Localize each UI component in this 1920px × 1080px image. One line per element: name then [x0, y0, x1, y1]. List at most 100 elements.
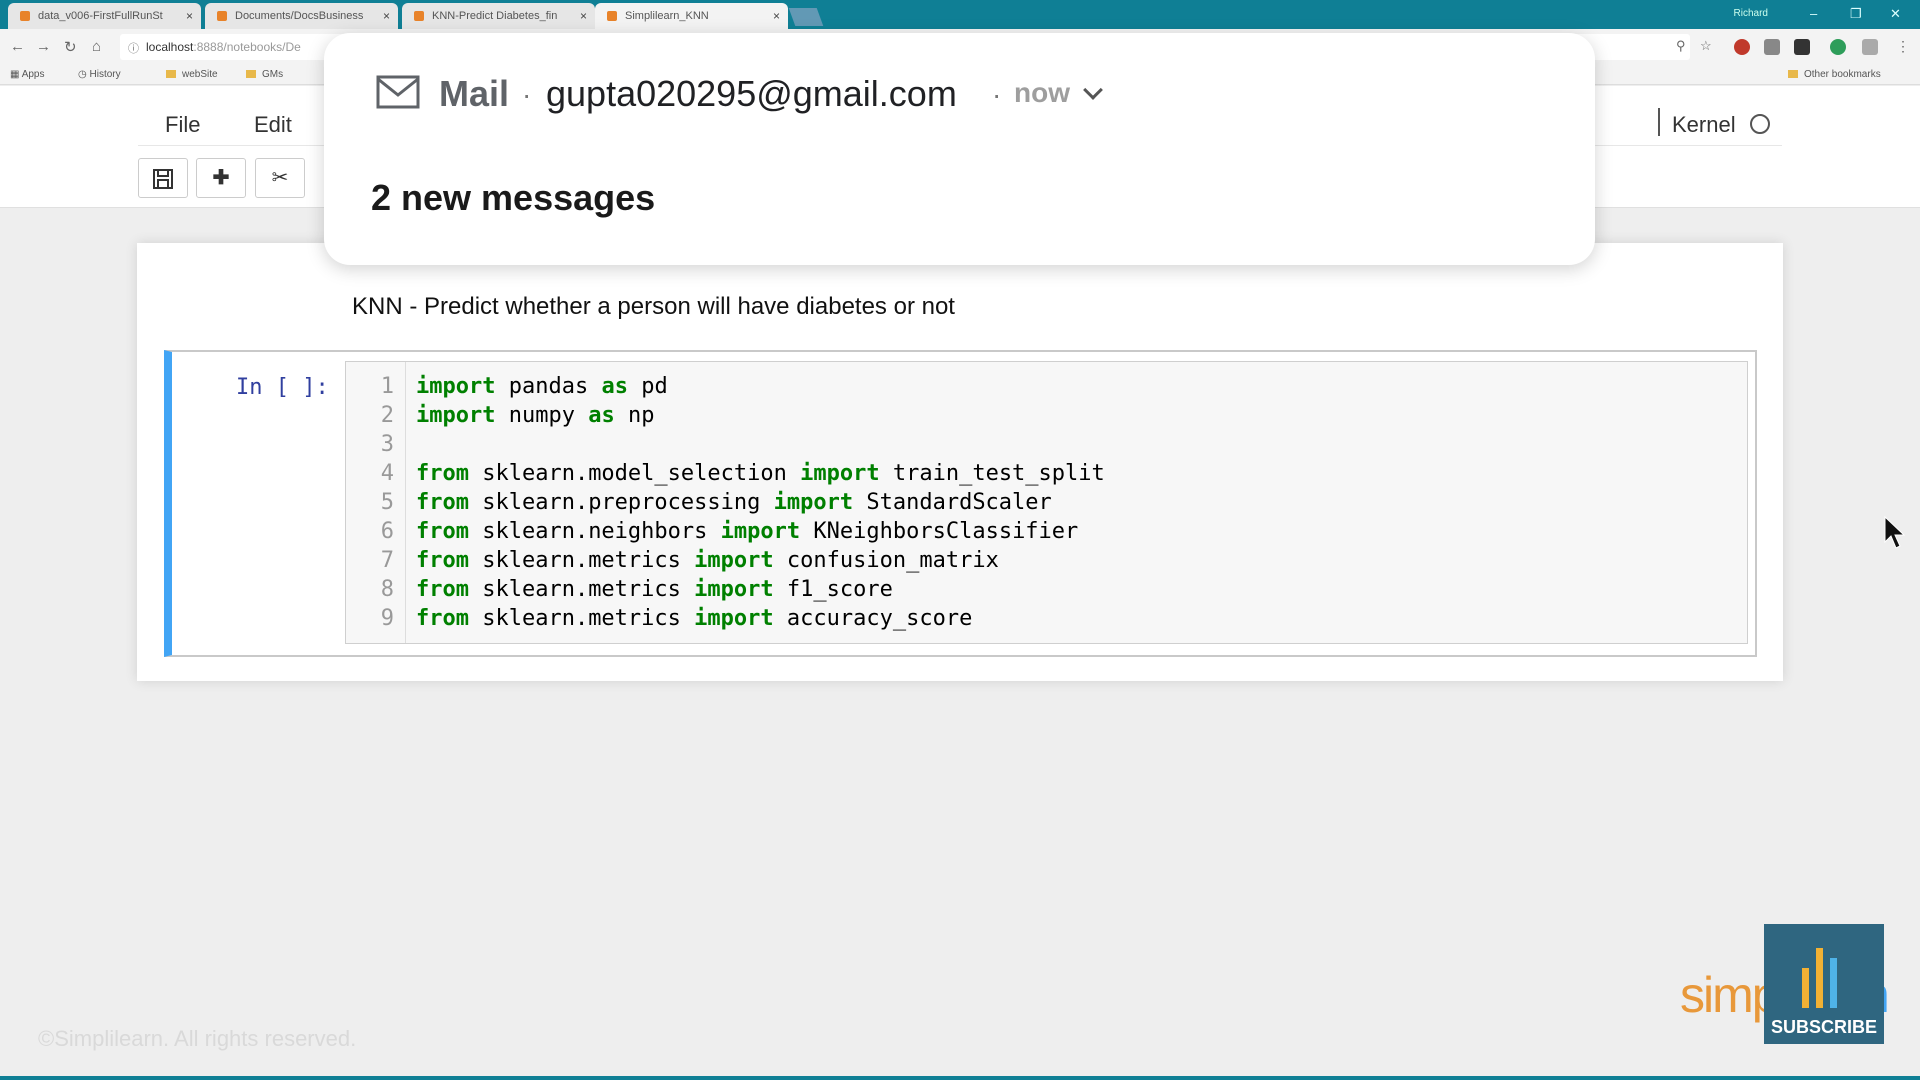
url-path: :8888/notebooks/De — [193, 40, 301, 54]
keyword-token: import — [800, 461, 880, 486]
code-token: numpy — [495, 403, 589, 428]
save-button[interactable] — [138, 158, 188, 198]
keyword-token: from — [416, 606, 469, 631]
site-info-icon[interactable]: ⓘ — [128, 40, 139, 56]
keyword-token: from — [416, 577, 469, 602]
chevron-down-icon[interactable] — [1083, 80, 1103, 100]
copyright-text: ©Simplilearn. All rights reserved. — [38, 1026, 357, 1051]
zoom-icon[interactable]: ⚲ — [1676, 38, 1686, 54]
minimize-icon[interactable]: – — [1810, 6, 1817, 21]
tab-label: Simplilearn_KNN — [625, 10, 709, 22]
forward-icon[interactable]: → — [36, 38, 51, 55]
keyword-token: import — [416, 374, 496, 399]
code-token: sklearn.metrics — [468, 606, 695, 631]
code-text: from sklearn.metrics import confusion_ma… — [416, 548, 999, 573]
extension-icon[interactable] — [1794, 39, 1810, 55]
browser-tab[interactable]: Documents/DocsBusiness × — [205, 3, 398, 29]
code-text: from sklearn.metrics import f1_score — [416, 577, 893, 602]
cut-icon: ✂ — [271, 167, 289, 189]
new-tab-button[interactable] — [788, 8, 824, 26]
apps-grid-icon: ▦ — [10, 69, 22, 80]
line-number: 4 — [380, 461, 394, 486]
keyword-token: import — [694, 548, 774, 573]
line-number: 1 — [380, 374, 394, 399]
save-icon — [153, 168, 173, 189]
notebook-container: KNN - Predict whether a person will have… — [137, 243, 1783, 681]
bookmark-other[interactable]: Other bookmarks — [1788, 69, 1881, 80]
jupyter-favicon-icon — [20, 11, 30, 21]
separator-dot: · — [992, 79, 1002, 110]
close-window-icon[interactable]: ✕ — [1890, 6, 1901, 22]
close-tab-icon[interactable]: × — [580, 9, 587, 23]
notification-body: 2 new messages — [371, 177, 656, 218]
folder-icon — [246, 70, 256, 78]
restore-icon[interactable]: ❐ — [1850, 6, 1862, 22]
jupyter-favicon-icon — [607, 11, 617, 21]
browser-tab[interactable]: KNN-Predict Diabetes_fin × — [402, 3, 595, 29]
keyword-token: from — [416, 490, 469, 515]
markdown-cell[interactable]: KNN - Predict whether a person will have… — [352, 293, 955, 321]
browser-tab[interactable]: data_v006-FirstFullRunSt × — [8, 3, 201, 29]
tab-label: data_v006-FirstFullRunSt — [38, 10, 163, 22]
code-token: sklearn.preprocessing — [468, 490, 774, 515]
line-number: 6 — [380, 519, 394, 544]
browser-menu-icon[interactable]: ⋮ — [1896, 38, 1910, 55]
line-number: 2 — [380, 403, 394, 428]
logo-bars-icon — [1802, 938, 1852, 1008]
keyword-token: from — [416, 519, 469, 544]
code-token: pd — [627, 374, 668, 399]
bookmark-star-icon[interactable]: ☆ — [1700, 38, 1712, 54]
subscribe-button[interactable]: SUBSCRIBE — [1764, 924, 1884, 1044]
code-text: import pandas as pd — [416, 374, 668, 399]
bookmark-history[interactable]: ◷ History — [78, 69, 121, 80]
code-text: from sklearn.model_selection import trai… — [416, 461, 1105, 486]
code-editor[interactable]: 1 import pandas as pd 2 import numpy as np 3… — [345, 361, 1748, 644]
bookmark-website[interactable]: webSite — [166, 69, 218, 80]
close-tab-icon[interactable]: × — [383, 9, 390, 23]
extension-icon[interactable] — [1862, 39, 1878, 55]
browser-tab-active[interactable]: Simplilearn_KNN × — [595, 3, 788, 29]
home-icon[interactable]: ⌂ — [92, 38, 101, 55]
code-token: sklearn.neighbors — [468, 519, 721, 544]
menu-file[interactable]: File — [165, 112, 200, 138]
notification-account: gupta020295@gmail.com — [546, 73, 957, 114]
jupyter-favicon-icon — [217, 11, 227, 21]
url-host: localhost — [146, 40, 194, 54]
folder-icon — [166, 70, 176, 78]
code-cell-selected[interactable]: In [ ]: 1 import pandas as pd 2 import nump… — [164, 350, 1757, 657]
code-text: from sklearn.neighbors import KNeighbors… — [416, 519, 1078, 544]
menu-kernel[interactable]: Kernel — [1672, 112, 1736, 138]
extension-icon[interactable] — [1830, 39, 1846, 55]
keyword-token: import — [773, 490, 854, 515]
code-text: from sklearn.metrics import accuracy_sco… — [416, 606, 972, 631]
bookmark-gms[interactable]: GMs — [246, 69, 283, 80]
cut-cell-button[interactable]: ✂ — [255, 158, 305, 198]
keyword-token: import — [720, 519, 801, 544]
extension-icon[interactable] — [1734, 39, 1750, 55]
code-text: import numpy as np — [416, 403, 654, 428]
line-number: 5 — [380, 490, 394, 515]
line-number: 7 — [380, 548, 394, 573]
mouse-pointer-icon — [1884, 516, 1906, 549]
mail-icon — [376, 75, 420, 109]
code-token: confusion_matrix — [773, 548, 999, 573]
separator-dot: · — [522, 79, 532, 110]
line-number: 3 — [380, 432, 394, 457]
reload-icon[interactable]: ↻ — [64, 38, 77, 56]
code-token: KNeighborsClassifier — [800, 519, 1079, 544]
close-tab-icon[interactable]: × — [773, 9, 780, 23]
keyword-token: import — [694, 606, 774, 631]
back-icon[interactable]: ← — [10, 38, 25, 55]
menubar-divider — [1658, 108, 1660, 136]
insert-cell-button[interactable]: ✚ — [196, 158, 246, 198]
code-token: sklearn.model_selection — [468, 461, 801, 486]
menu-edit[interactable]: Edit — [254, 112, 292, 138]
close-tab-icon[interactable]: × — [186, 9, 193, 23]
extension-icon[interactable] — [1764, 39, 1780, 55]
code-token: sklearn.metrics — [468, 548, 695, 573]
code-token: sklearn.metrics — [468, 577, 695, 602]
mail-notification[interactable]: Mail · gupta020295@gmail.com · now 2 new… — [324, 33, 1595, 265]
bookmark-apps[interactable]: ▦ Apps — [10, 69, 44, 80]
browser-tab-bar: data_v006-FirstFullRunSt × Documents/Doc… — [0, 0, 1920, 29]
bottom-strip — [0, 1076, 1920, 1080]
